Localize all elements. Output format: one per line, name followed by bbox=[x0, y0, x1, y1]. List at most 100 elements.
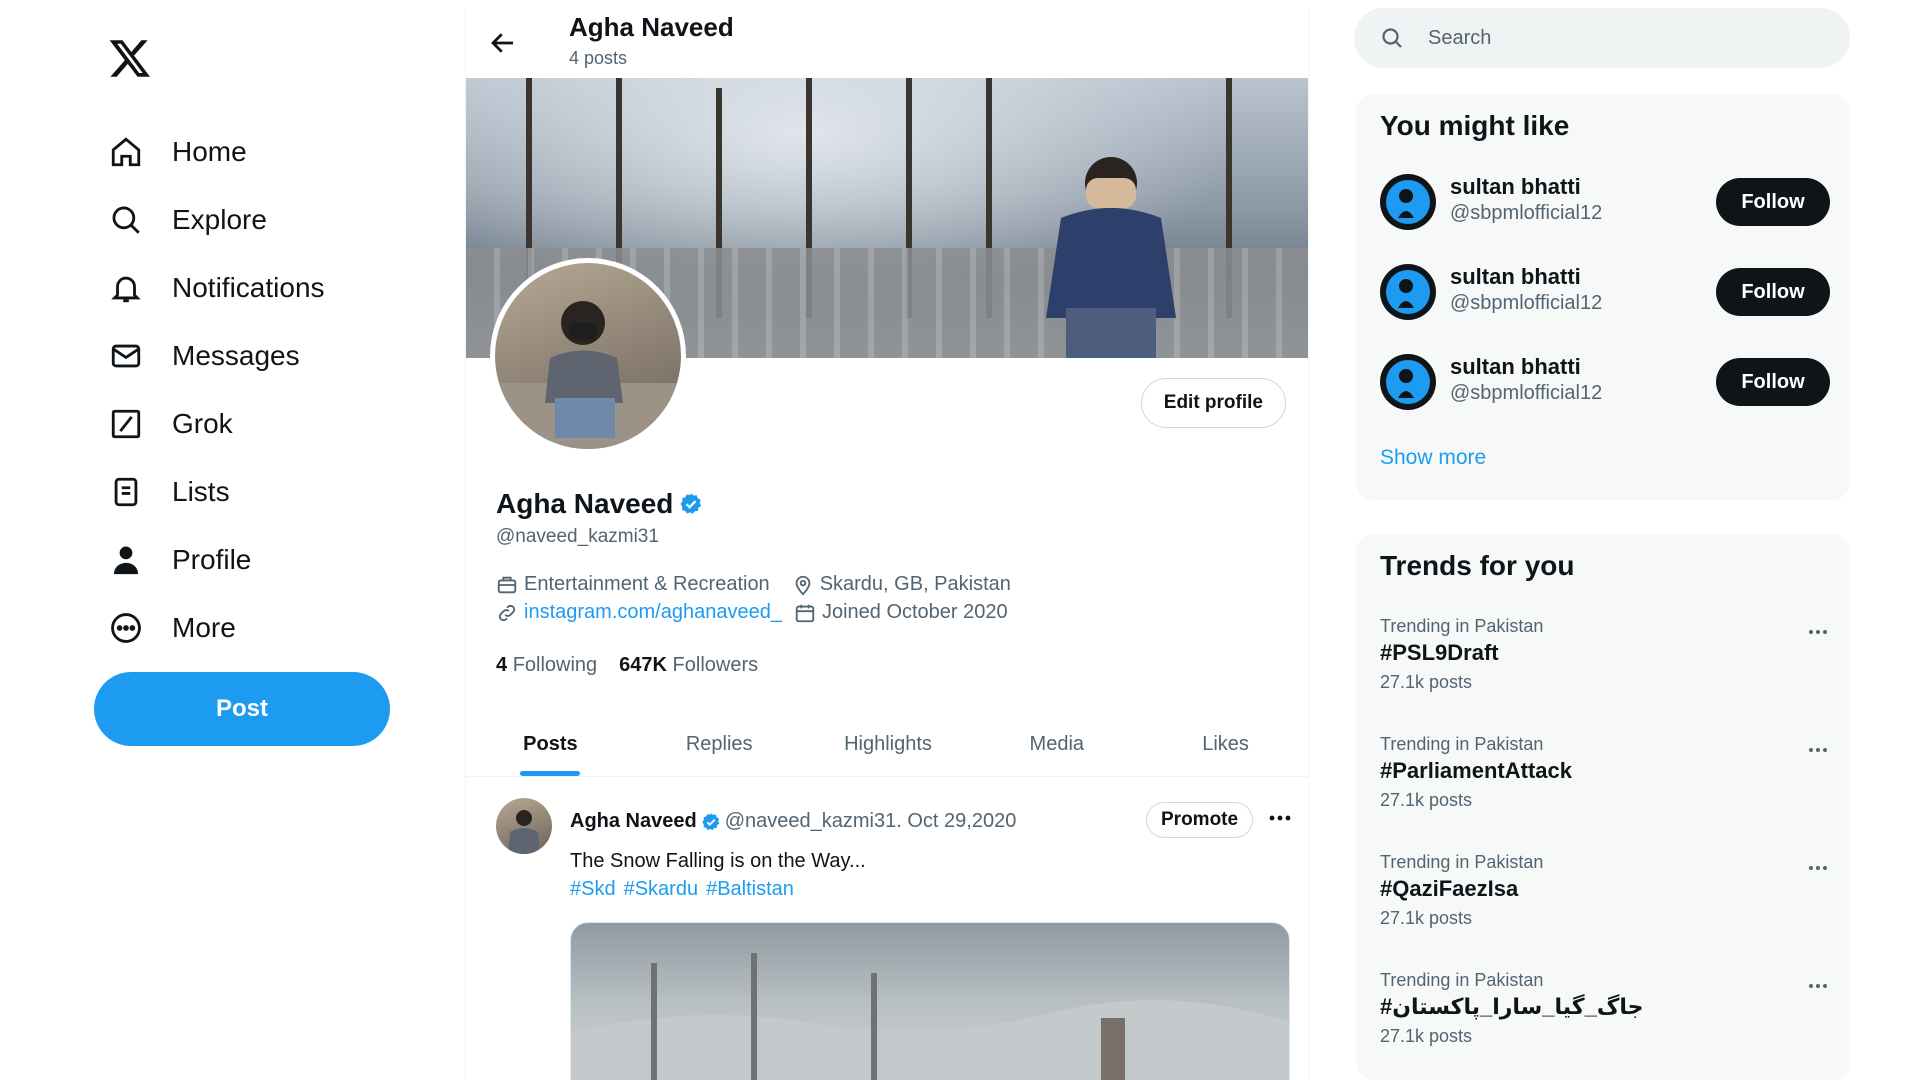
nav-label: Explore bbox=[172, 204, 267, 235]
left-navigation: Home Explore Notifications Messages Grok… bbox=[0, 0, 465, 1080]
trends-card: Trends for you Trending in Pakistan #PSL… bbox=[1356, 534, 1850, 1080]
follow-button[interactable]: Follow bbox=[1716, 358, 1830, 406]
profile-meta-row-1: Entertainment & Recreation Skardu, GB, P… bbox=[496, 573, 1011, 596]
suggested-user-handle: @sbpmlofficial12 bbox=[1450, 292, 1603, 314]
show-more-link[interactable]: Show more bbox=[1380, 446, 1486, 470]
tweet-avatar[interactable] bbox=[496, 798, 552, 854]
profile-joined-date: Joined October 2020 bbox=[821, 601, 1008, 623]
more-options-icon[interactable] bbox=[1806, 742, 1830, 758]
suggested-user-name: sultan bhatti bbox=[1450, 354, 1581, 379]
person-icon bbox=[108, 542, 144, 578]
right-sidebar: You might like sultan bhatti @sbpmloffic… bbox=[1350, 0, 1850, 1080]
location-pin-icon bbox=[795, 575, 811, 595]
profile-handle: @naveed_kazmi31 bbox=[496, 526, 659, 547]
follow-stats: 4 Following 647K Followers bbox=[496, 654, 758, 677]
followers-link[interactable]: 647K Followers bbox=[619, 654, 758, 677]
following-link[interactable]: 4 Following bbox=[496, 654, 597, 677]
tweet-hashtags: #Skd #Skardu #Baltistan bbox=[570, 878, 794, 901]
more-options-icon[interactable] bbox=[1806, 860, 1830, 876]
nav-label: Home bbox=[172, 136, 247, 167]
grok-icon bbox=[108, 406, 144, 442]
briefcase-icon bbox=[497, 576, 517, 593]
suggested-user-handle: @sbpmlofficial12 bbox=[1450, 202, 1603, 224]
more-circle-icon bbox=[108, 610, 144, 646]
trend-tag: #ParliamentAttack bbox=[1380, 758, 1572, 783]
trend-item[interactable]: Trending in Pakistan #PSL9Draft 27.1k po… bbox=[1380, 616, 1830, 702]
tab-replies[interactable]: Replies bbox=[635, 713, 804, 776]
search-bar[interactable] bbox=[1354, 8, 1850, 68]
profile-column: Agha Naveed 4 posts Edit profile Agha Na bbox=[465, 8, 1309, 1080]
home-icon bbox=[108, 134, 144, 170]
header-name: Agha Naveed bbox=[569, 12, 734, 42]
hashtag-link[interactable]: #Skd bbox=[570, 878, 616, 901]
avatar[interactable] bbox=[1380, 354, 1436, 410]
trend-post-count: 27.1k posts bbox=[1380, 1026, 1473, 1046]
header-post-count: 4 posts bbox=[569, 48, 628, 68]
tweet-author-name[interactable]: Agha Naveed bbox=[570, 810, 697, 833]
suggested-user-name: sultan bhatti bbox=[1450, 264, 1581, 289]
profile-website-link[interactable]: instagram.com/aghanaveed_ bbox=[524, 601, 782, 624]
tab-posts[interactable]: Posts bbox=[466, 713, 635, 776]
suggested-user-name: sultan bhatti bbox=[1450, 174, 1581, 199]
tweet[interactable]: Agha Naveed @naveed_kazmi31. Oct 29,2020… bbox=[466, 778, 1308, 1080]
avatar[interactable] bbox=[1380, 174, 1436, 230]
nav-more[interactable]: More bbox=[108, 604, 236, 652]
tab-likes[interactable]: Likes bbox=[1141, 713, 1308, 776]
link-icon bbox=[498, 604, 516, 621]
tweet-handle-date: @naveed_kazmi31. Oct 29,2020 bbox=[724, 810, 1017, 832]
tab-highlights[interactable]: Highlights bbox=[804, 713, 973, 776]
verified-badge-icon bbox=[680, 493, 702, 514]
suggested-user[interactable]: sultan bhatti @sbpmlofficial12 Follow bbox=[1380, 172, 1830, 232]
profile-avatar[interactable] bbox=[490, 258, 686, 454]
nav-label: Lists bbox=[172, 476, 230, 507]
nav-grok[interactable]: Grok bbox=[108, 400, 233, 448]
verified-badge-icon bbox=[701, 812, 720, 830]
trend-context: Trending in Pakistan bbox=[1380, 970, 1544, 990]
back-arrow-icon[interactable] bbox=[488, 28, 518, 58]
trend-post-count: 27.1k posts bbox=[1380, 790, 1473, 810]
follow-button[interactable]: Follow bbox=[1716, 268, 1830, 316]
search-icon bbox=[1382, 28, 1402, 48]
nav-home[interactable]: Home bbox=[108, 128, 247, 176]
profile-tabs: Posts Replies Highlights Media Likes bbox=[466, 713, 1308, 777]
profile-category: Entertainment & Recreation bbox=[524, 573, 770, 595]
nav-label: Messages bbox=[172, 340, 300, 371]
tweet-text: The Snow Falling is on the Way... bbox=[570, 850, 866, 872]
trend-item[interactable]: Trending in Pakistan #ParliamentAttack 2… bbox=[1380, 734, 1830, 820]
x-logo-icon[interactable] bbox=[108, 36, 152, 80]
follow-button[interactable]: Follow bbox=[1716, 178, 1830, 226]
nav-explore[interactable]: Explore bbox=[108, 196, 267, 244]
profile-name: Agha Naveed bbox=[496, 488, 703, 520]
tab-media[interactable]: Media bbox=[972, 713, 1141, 776]
more-options-icon[interactable] bbox=[1806, 978, 1830, 994]
promote-button[interactable]: Promote bbox=[1146, 802, 1254, 838]
nav-profile[interactable]: Profile bbox=[108, 536, 251, 584]
suggested-user[interactable]: sultan bhatti @sbpmlofficial12 Follow bbox=[1380, 262, 1830, 322]
more-options-icon[interactable] bbox=[1266, 808, 1294, 828]
bell-icon bbox=[108, 270, 144, 306]
tweet-media-image[interactable] bbox=[570, 922, 1290, 1080]
suggested-user-handle: @sbpmlofficial12 bbox=[1450, 382, 1603, 404]
edit-profile-button[interactable]: Edit profile bbox=[1140, 378, 1286, 428]
suggested-user[interactable]: sultan bhatti @sbpmlofficial12 Follow bbox=[1380, 352, 1830, 412]
profile-display-name: Agha Naveed bbox=[496, 488, 674, 519]
list-icon bbox=[108, 474, 144, 510]
trend-context: Trending in Pakistan bbox=[1380, 852, 1544, 872]
trend-post-count: 27.1k posts bbox=[1380, 908, 1473, 928]
nav-messages[interactable]: Messages bbox=[108, 332, 300, 380]
trend-context: Trending in Pakistan bbox=[1380, 734, 1544, 754]
trend-tag: #PSL9Draft bbox=[1380, 640, 1499, 665]
profile-header-bar: Agha Naveed 4 posts bbox=[466, 8, 1308, 78]
trend-item[interactable]: Trending in Pakistan #جاگ_گیا_سارا_پاکست… bbox=[1380, 970, 1830, 1056]
more-options-icon[interactable] bbox=[1806, 624, 1830, 640]
search-input[interactable] bbox=[1428, 26, 1808, 50]
hashtag-link[interactable]: #Baltistan bbox=[706, 878, 794, 901]
nav-notifications[interactable]: Notifications bbox=[108, 264, 325, 312]
calendar-icon bbox=[795, 604, 815, 622]
nav-lists[interactable]: Lists bbox=[108, 468, 230, 516]
hashtag-link[interactable]: #Skardu bbox=[624, 878, 699, 901]
profile-meta-row-2: instagram.com/aghanaveed_ Joined October… bbox=[496, 601, 1008, 624]
post-button[interactable]: Post bbox=[94, 672, 390, 746]
avatar[interactable] bbox=[1380, 264, 1436, 320]
trend-item[interactable]: Trending in Pakistan #QaziFaezIsa 27.1k … bbox=[1380, 852, 1830, 938]
